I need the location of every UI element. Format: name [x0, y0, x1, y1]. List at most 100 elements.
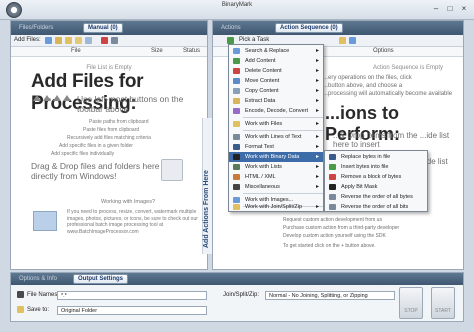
submenu-arrow-icon: ▸	[315, 121, 319, 127]
add-files-label: Add Files:	[14, 37, 41, 43]
column-options[interactable]: Options	[373, 48, 394, 54]
stop-button[interactable]: STOP	[399, 287, 423, 319]
move-content-icon	[233, 78, 240, 84]
files-icon	[233, 121, 240, 127]
menu-separator	[243, 193, 323, 194]
lists-icon	[233, 164, 240, 170]
arrow-up-icon	[63, 95, 71, 101]
task-menu: Search & Replace ▸ Add Content ▸ Delete Co…	[228, 44, 324, 212]
remove-block-icon	[329, 174, 336, 180]
submenu-arrow-icon: ▸	[315, 88, 319, 94]
custom-line-1: Request custom action development from u…	[283, 217, 382, 223]
tab-output-settings[interactable]: Output Settings	[73, 274, 128, 284]
tab-manual[interactable]: Manual (0)	[83, 23, 123, 33]
tab-options-info[interactable]: Options & Info	[15, 274, 61, 284]
menu-item-format-text[interactable]: Format Text ▸	[229, 142, 323, 152]
submenu-arrow-icon: ▸	[315, 154, 319, 160]
bottom-tabs-bar: Options & Info Output Settings	[11, 273, 463, 285]
add-action-icon[interactable]	[227, 37, 234, 44]
menu-item-delete-content[interactable]: Delete Content ▸	[229, 66, 323, 76]
open-sequence-icon[interactable]	[339, 37, 346, 44]
submenu-arrow-icon: ▸	[315, 184, 319, 190]
save-to-select[interactable]: Original Folder	[57, 306, 207, 315]
menu-item-extract-data[interactable]: Extract Data ▸	[229, 96, 323, 106]
title-bar: BinaryMark – □ ×	[0, 0, 474, 20]
output-settings-panel: Options & Info Output Settings File Name…	[10, 272, 464, 322]
add-file-icon[interactable]	[85, 37, 92, 44]
submenu-remove-block[interactable]: Remove a block of bytes	[325, 172, 427, 182]
column-status[interactable]: Status	[183, 48, 200, 54]
search-replace-icon	[233, 48, 240, 54]
drag-drop-hint: Drag & Drop files and folders here direc…	[31, 161, 160, 181]
menu-item-binary-data[interactable]: Work with Binary Data ▸	[229, 152, 323, 162]
menu-separator	[243, 130, 323, 131]
add-files-toolbar: Add Files:	[11, 35, 207, 47]
images-heading: Working with Images?	[101, 199, 156, 205]
hint-paste-files: Paste files from clipboard	[83, 127, 140, 133]
arrow-up-icon	[33, 95, 41, 101]
menu-item-encode-decode[interactable]: Encode, Decode, Convert ▸	[229, 106, 323, 116]
menu-item-miscellaneous[interactable]: Miscellaneous ▸	[229, 182, 323, 192]
drag-hint: ...& Drop items from the ...ide list her…	[333, 131, 450, 149]
options-icon[interactable]	[111, 37, 118, 44]
menu-item-lines-of-text[interactable]: Work with Lines of Text ▸	[229, 132, 323, 142]
submenu-reverse-bits[interactable]: Reverse the order of all bits	[325, 202, 427, 212]
submenu-arrow-icon: ▸	[315, 78, 319, 84]
documents-icon	[161, 159, 183, 181]
file-list-columns: File Size Status	[11, 47, 207, 57]
menu-item-join-split-zip[interactable]: Work with Join/Split/Zip ▸	[229, 203, 323, 212]
copy-content-icon	[233, 88, 240, 94]
menu-separator	[243, 117, 323, 118]
paste-files-icon[interactable]	[55, 37, 62, 44]
insert-bytes-icon	[329, 164, 336, 170]
bg-line-3: ...processing will automatically become …	[323, 91, 453, 97]
start-button[interactable]: START	[431, 287, 455, 319]
hint-individual: Add specific files individually	[51, 151, 115, 157]
column-size[interactable]: Size	[151, 48, 163, 54]
paste-paths-icon[interactable]	[45, 37, 52, 44]
join-split-zip-icon	[233, 204, 240, 210]
bit-mask-icon	[329, 184, 336, 190]
submenu-arrow-icon: ▸	[315, 58, 319, 64]
add-folder-recursive-icon[interactable]	[65, 37, 72, 44]
submenu-reverse-bytes[interactable]: Reverse the order of all bytes	[325, 192, 427, 202]
tab-action-sequence[interactable]: Action Sequence (0)	[275, 23, 343, 33]
custom-line-4: To get started click on the + button abo…	[283, 243, 376, 249]
close-button[interactable]: ×	[458, 4, 470, 14]
submenu-arrow-icon: ▸	[315, 164, 319, 170]
submenu-arrow-icon: ▸	[315, 108, 319, 114]
add-folder-icon[interactable]	[75, 37, 82, 44]
submenu-replace-bytes[interactable]: Replace bytes in file	[325, 152, 427, 162]
format-text-icon	[233, 144, 240, 150]
custom-line-3: Develop custom action yourself using the…	[283, 233, 386, 239]
menu-item-work-with-files[interactable]: Work with Files ▸	[229, 119, 323, 129]
column-file[interactable]: File	[71, 48, 81, 54]
file-names-input[interactable]: *.*	[57, 291, 207, 300]
join-split-zip-select[interactable]: Normal - No Joining, Splitting, or Zippi…	[265, 291, 395, 300]
tab-files-folders[interactable]: Files/Folders	[15, 23, 57, 33]
save-sequence-icon[interactable]	[349, 37, 356, 44]
hint-paste-paths: Paste paths from clipboard	[89, 119, 149, 125]
menu-item-copy-content[interactable]: Copy Content ▸	[229, 86, 323, 96]
reverse-bytes-icon	[329, 194, 336, 200]
submenu-arrow-icon: ▸	[315, 48, 319, 54]
menu-item-search-replace[interactable]: Search & Replace ▸	[229, 46, 323, 56]
tab-actions[interactable]: Actions	[217, 23, 245, 33]
submenu-insert-bytes[interactable]: Insert bytes into file	[325, 162, 427, 172]
menu-item-move-content[interactable]: Move Content ▸	[229, 76, 323, 86]
menu-item-add-content[interactable]: Add Content ▸	[229, 56, 323, 66]
remove-icon[interactable]	[101, 37, 108, 44]
menu-item-work-with-lists[interactable]: Work with Lists ▸	[229, 162, 323, 172]
maximize-button[interactable]: □	[444, 4, 456, 14]
minimize-button[interactable]: –	[430, 4, 442, 14]
menu-item-html-xml[interactable]: HTML / XML ▸	[229, 172, 323, 182]
arrow-up-icon	[43, 95, 51, 101]
file-list-pane: Files/Folders Manual (0) Add Files: File…	[10, 20, 208, 270]
submenu-apply-bit-mask[interactable]: Apply Bit Mask	[325, 182, 427, 192]
replace-bytes-icon	[329, 154, 336, 160]
pick-task-button[interactable]: Pick a Task	[239, 37, 269, 43]
images-icon	[33, 211, 57, 231]
bg-line-1: ...ery operations on the files, click	[323, 75, 412, 81]
html-xml-icon	[233, 174, 240, 180]
submenu-arrow-icon: ▸	[315, 204, 319, 210]
